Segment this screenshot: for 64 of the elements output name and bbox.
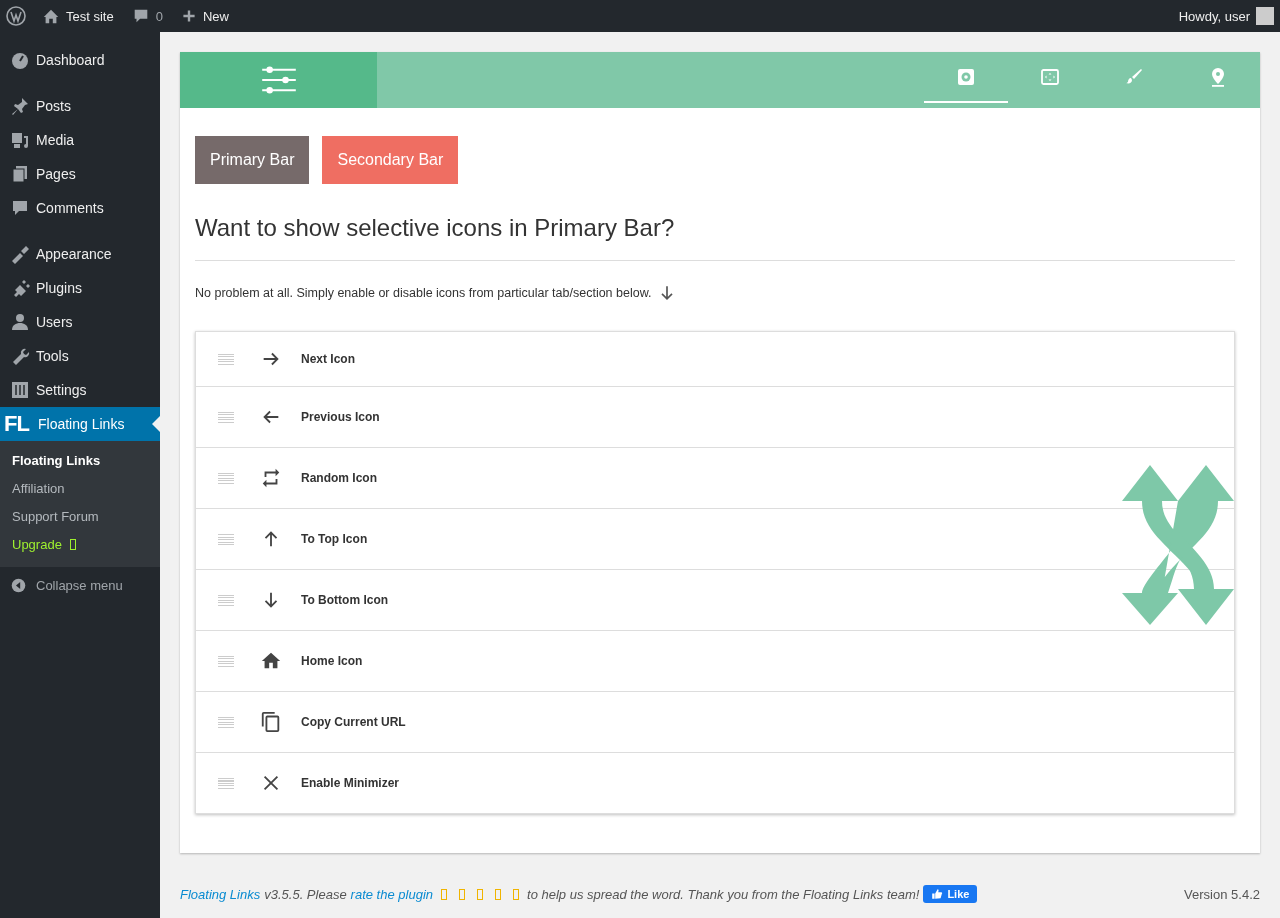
missing-glyph-icon (459, 888, 465, 900)
settings-icon (10, 380, 30, 400)
posts-icon (10, 96, 30, 116)
missing-glyph-icon (495, 888, 501, 900)
menu-item[interactable]: Comments (0, 191, 160, 225)
drag-handle-icon[interactable] (218, 777, 234, 789)
dashboard-icon (10, 50, 30, 70)
icon-label: Copy Current URL (301, 715, 406, 729)
collapse-icon (10, 577, 27, 594)
site-name-link[interactable]: Test site (66, 8, 114, 24)
menu-item[interactable]: Posts (0, 89, 160, 123)
icon-label: Enable Minimizer (301, 776, 400, 790)
icon-label: To Top Icon (301, 532, 368, 546)
media-icon (10, 130, 30, 150)
version-text: Version 5.4.2 (1184, 886, 1260, 902)
cog-icon (956, 66, 976, 87)
fullscreen-icon (1040, 66, 1060, 87)
submenu-item[interactable]: Upgrade (0, 531, 160, 559)
menu-item[interactable]: Settings (0, 373, 160, 407)
home-icon (42, 7, 60, 25)
collapse-menu-button[interactable]: Collapse menu (0, 567, 160, 594)
wordpress-logo-icon (6, 6, 26, 26)
icon-label: Home Icon (301, 654, 363, 668)
like-button[interactable]: Like (923, 885, 978, 903)
comments-icon (10, 198, 30, 218)
comment-count[interactable]: 0 (155, 8, 163, 24)
fl-logo-icon: FL (4, 411, 32, 437)
pages-icon (10, 164, 30, 184)
footer-text: to help us spread the word. Thank you from the Floating Links team! (527, 886, 920, 902)
footer-text: v3.5.5. Please (264, 886, 347, 902)
crossed-arrows-icon (1122, 465, 1234, 625)
appearance-icon (10, 244, 30, 264)
icon-label: Next Icon (301, 352, 355, 366)
menu-item[interactable]: FL Floating Links (0, 407, 160, 441)
menu-item[interactable]: Pages (0, 157, 160, 191)
sliders-icon (259, 66, 298, 94)
missing-glyph-icon (513, 888, 519, 900)
menu-item[interactable]: Users (0, 305, 160, 339)
avatar-icon (1256, 7, 1274, 25)
missing-glyph-icon (477, 888, 483, 900)
submenu-item[interactable]: Floating Links (0, 447, 160, 475)
thumbs-up-icon (931, 888, 944, 900)
greeting-link[interactable]: Howdy, user (1178, 8, 1250, 24)
users-icon (10, 312, 30, 332)
menu-item[interactable]: Tools (0, 339, 160, 373)
repeat-icon (260, 467, 282, 489)
submenu-item[interactable]: Affiliation (0, 475, 160, 503)
menu-item[interactable]: Dashboard (0, 43, 160, 77)
section-heading: Want to show selective icons in Primary Bar? (195, 214, 1235, 261)
icon-label: To Bottom Icon (301, 593, 389, 607)
submenu-item[interactable]: Support Forum (0, 503, 160, 531)
menu-item[interactable]: Plugins (0, 271, 160, 305)
sliders-tab[interactable] (180, 52, 377, 108)
icon-label: Random Icon (301, 471, 377, 485)
new-link[interactable]: New (202, 8, 229, 24)
plus-icon (180, 8, 197, 24)
menu-item[interactable]: Appearance (0, 237, 160, 271)
bar-button[interactable]: Primary Bar (195, 136, 310, 184)
icon-label: Previous Icon (301, 410, 380, 424)
missing-glyph-icon (441, 888, 447, 900)
intro-text: No problem at all. Simply enable or disable icons from particular tab/section below. (195, 286, 652, 300)
missing-glyph-icon (69, 539, 76, 550)
copy-icon (260, 711, 282, 733)
menu-item[interactable]: Media (0, 123, 160, 157)
